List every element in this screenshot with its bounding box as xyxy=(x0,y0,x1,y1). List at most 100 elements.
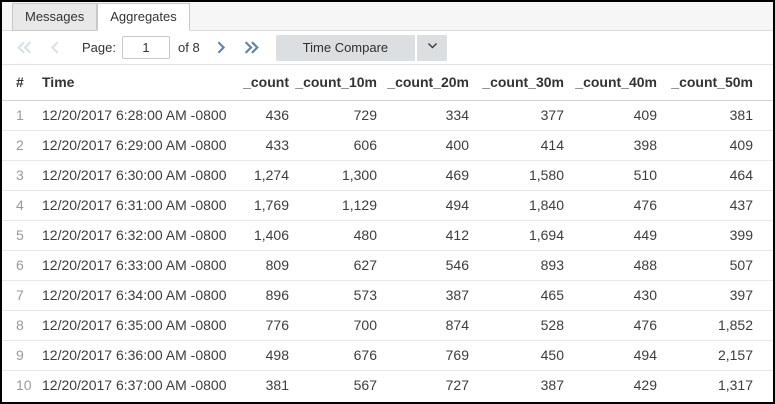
column-header-count-10m[interactable]: _count_10m xyxy=(289,65,377,101)
time-cell: 12/20/2017 6:31:00 AM -0800 xyxy=(42,191,230,221)
count-cell: 727 xyxy=(377,371,469,401)
last-page-button[interactable] xyxy=(240,37,262,59)
table-row[interactable]: 412/20/2017 6:31:00 AM -08001,7691,12949… xyxy=(2,191,773,221)
time-compare-split-button: Time Compare xyxy=(276,35,447,61)
count-cell: 1,580 xyxy=(469,161,564,191)
table-row[interactable]: 912/20/2017 6:36:00 AM -0800498676769450… xyxy=(2,341,773,371)
count-cell: 469 xyxy=(377,161,469,191)
count-cell: 528 xyxy=(469,311,564,341)
time-cell: 12/20/2017 6:35:00 AM -0800 xyxy=(42,311,230,341)
count-cell: 476 xyxy=(564,311,657,341)
column-header-count[interactable]: _count xyxy=(230,65,289,101)
count-cell: 476 xyxy=(564,191,657,221)
count-cell: 1,129 xyxy=(289,191,377,221)
count-cell: 567 xyxy=(289,371,377,401)
count-cell: 896 xyxy=(230,281,289,311)
count-cell: 436 xyxy=(230,101,289,131)
row-number-cell: 5 xyxy=(2,221,42,251)
tab-aggregates[interactable]: Aggregates xyxy=(97,3,190,31)
count-cell: 573 xyxy=(289,281,377,311)
time-compare-dropdown-button[interactable] xyxy=(417,35,447,61)
row-number-cell: 3 xyxy=(2,161,42,191)
table-row[interactable]: 712/20/2017 6:34:00 AM -0800896573387465… xyxy=(2,281,773,311)
count-cell: 409 xyxy=(564,101,657,131)
count-cell: 480 xyxy=(289,221,377,251)
count-cell: 387 xyxy=(377,281,469,311)
row-number-cell: 1 xyxy=(2,101,42,131)
table-body: 112/20/2017 6:28:00 AM -0800436729334377… xyxy=(2,101,773,401)
row-number-cell: 4 xyxy=(2,191,42,221)
chevron-right-icon xyxy=(214,40,228,55)
count-cell: 488 xyxy=(564,251,657,281)
count-cell: 398 xyxy=(564,131,657,161)
table-row[interactable]: 112/20/2017 6:28:00 AM -0800436729334377… xyxy=(2,101,773,131)
row-number-cell: 10 xyxy=(2,371,42,401)
count-cell: 1,406 xyxy=(230,221,289,251)
next-page-button[interactable] xyxy=(210,37,232,59)
count-cell: 414 xyxy=(469,131,564,161)
aggregates-table-container: #Time_count_count_10m_count_20m_count_30… xyxy=(2,64,773,400)
count-cell: 399 xyxy=(657,221,773,251)
previous-page-button[interactable] xyxy=(44,37,66,59)
count-cell: 400 xyxy=(377,131,469,161)
count-cell: 377 xyxy=(469,101,564,131)
count-cell: 546 xyxy=(377,251,469,281)
chevron-left-icon xyxy=(48,40,62,55)
table-row[interactable]: 212/20/2017 6:29:00 AM -0800433606400414… xyxy=(2,131,773,161)
time-cell: 12/20/2017 6:36:00 AM -0800 xyxy=(42,341,230,371)
count-cell: 494 xyxy=(377,191,469,221)
table-row[interactable]: 312/20/2017 6:30:00 AM -08001,2741,30046… xyxy=(2,161,773,191)
count-cell: 412 xyxy=(377,221,469,251)
time-cell: 12/20/2017 6:37:00 AM -0800 xyxy=(42,371,230,401)
count-cell: 450 xyxy=(469,341,564,371)
count-cell: 429 xyxy=(564,371,657,401)
count-cell: 449 xyxy=(564,221,657,251)
count-cell: 437 xyxy=(657,191,773,221)
count-cell: 465 xyxy=(469,281,564,311)
count-cell: 1,852 xyxy=(657,311,773,341)
page-label: Page: xyxy=(82,40,116,55)
time-cell: 12/20/2017 6:29:00 AM -0800 xyxy=(42,131,230,161)
count-cell: 809 xyxy=(230,251,289,281)
count-cell: 1,694 xyxy=(469,221,564,251)
count-cell: 494 xyxy=(564,341,657,371)
column-header-count-30m[interactable]: _count_30m xyxy=(469,65,564,101)
table-header-row: #Time_count_count_10m_count_20m_count_30… xyxy=(2,65,773,101)
count-cell: 776 xyxy=(230,311,289,341)
column-header-count-50m[interactable]: _count_50m xyxy=(657,65,773,101)
column-header-row-number[interactable]: # xyxy=(2,65,42,101)
row-number-cell: 6 xyxy=(2,251,42,281)
time-cell: 12/20/2017 6:34:00 AM -0800 xyxy=(42,281,230,311)
page-total-label: of 8 xyxy=(178,40,200,55)
column-header-count-20m[interactable]: _count_20m xyxy=(377,65,469,101)
count-cell: 893 xyxy=(469,251,564,281)
double-chevron-right-icon xyxy=(242,40,260,55)
column-header-time[interactable]: Time xyxy=(42,65,230,101)
count-cell: 1,317 xyxy=(657,371,773,401)
table-row[interactable]: 512/20/2017 6:32:00 AM -08001,4064804121… xyxy=(2,221,773,251)
count-cell: 433 xyxy=(230,131,289,161)
table-row[interactable]: 1012/20/2017 6:37:00 AM -080038156772738… xyxy=(2,371,773,401)
column-header-count-40m[interactable]: _count_40m xyxy=(564,65,657,101)
row-number-cell: 7 xyxy=(2,281,42,311)
count-cell: 676 xyxy=(289,341,377,371)
time-cell: 12/20/2017 6:32:00 AM -0800 xyxy=(42,221,230,251)
count-cell: 627 xyxy=(289,251,377,281)
time-compare-button[interactable]: Time Compare xyxy=(276,35,415,61)
table-row[interactable]: 812/20/2017 6:35:00 AM -0800776700874528… xyxy=(2,311,773,341)
count-cell: 507 xyxy=(657,251,773,281)
time-cell: 12/20/2017 6:28:00 AM -0800 xyxy=(42,101,230,131)
count-cell: 874 xyxy=(377,311,469,341)
count-cell: 498 xyxy=(230,341,289,371)
count-cell: 1,769 xyxy=(230,191,289,221)
count-cell: 606 xyxy=(289,131,377,161)
first-page-button[interactable] xyxy=(14,37,36,59)
page-input[interactable] xyxy=(122,36,170,59)
double-chevron-left-icon xyxy=(16,40,34,55)
tab-messages[interactable]: Messages xyxy=(12,3,97,31)
row-number-cell: 9 xyxy=(2,341,42,371)
count-cell: 387 xyxy=(469,371,564,401)
table-row[interactable]: 612/20/2017 6:33:00 AM -0800809627546893… xyxy=(2,251,773,281)
count-cell: 381 xyxy=(657,101,773,131)
time-cell: 12/20/2017 6:30:00 AM -0800 xyxy=(42,161,230,191)
